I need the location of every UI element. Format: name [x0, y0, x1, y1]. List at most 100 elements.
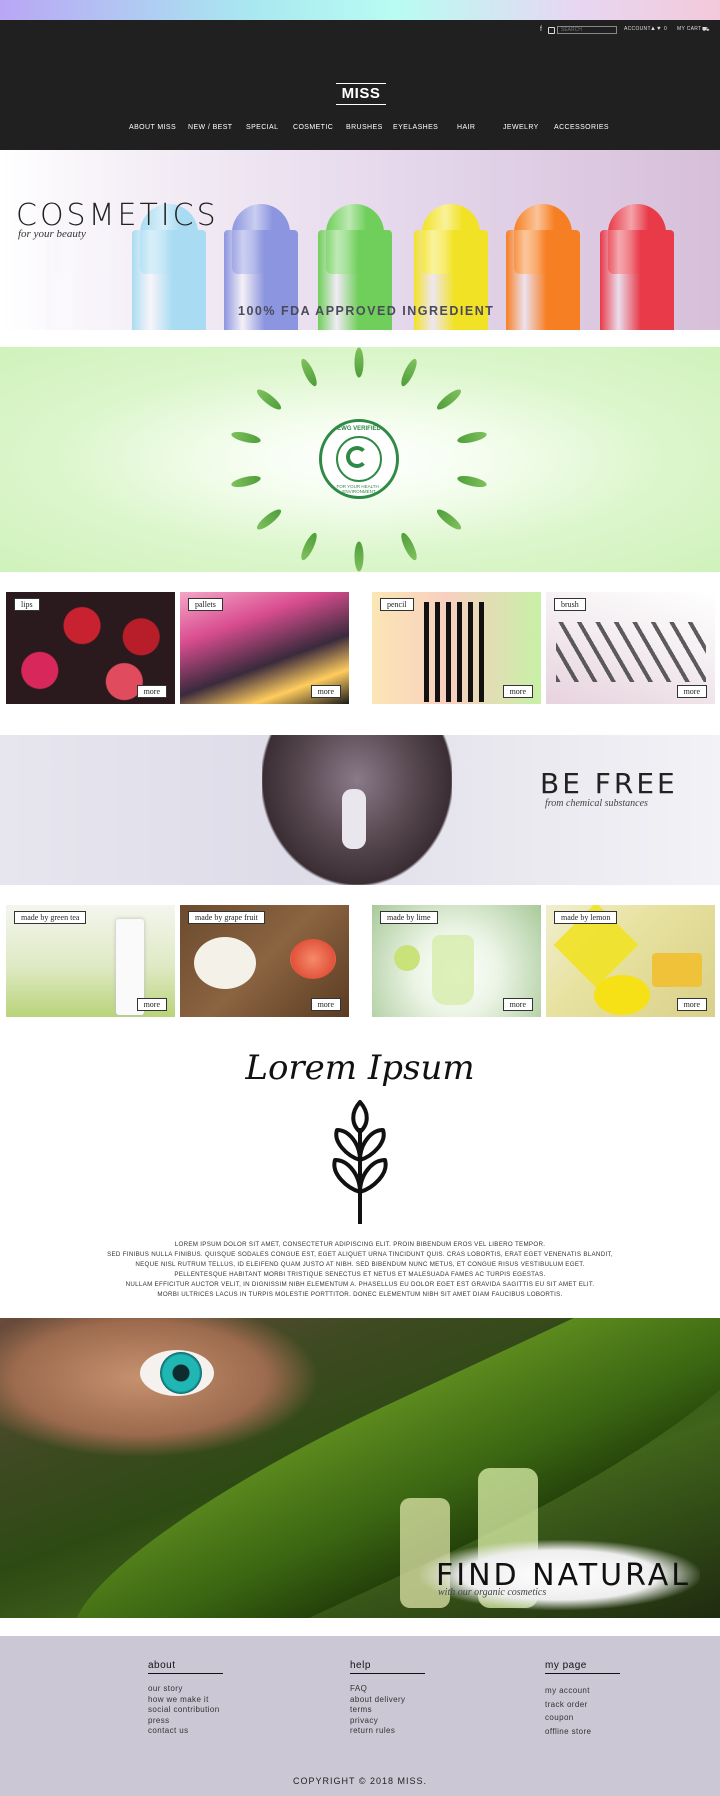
- footer-link[interactable]: coupon: [545, 1711, 620, 1725]
- footer-link[interactable]: contact us: [148, 1726, 223, 1737]
- category-tile-pencil[interactable]: pencil more: [372, 592, 541, 704]
- footer-link[interactable]: social contribution: [148, 1705, 223, 1716]
- badge-top-text: EWG VERIFIED: [337, 426, 381, 432]
- text-line: LOREM IPSUM DOLOR SIT AMET, CONSECTETUR …: [174, 1241, 546, 1248]
- nav-new-best[interactable]: NEW / BEST: [188, 124, 232, 131]
- footer-link[interactable]: privacy: [350, 1716, 425, 1727]
- category-tile-lips[interactable]: lips more: [6, 592, 175, 704]
- text-line: MORBI ULTRICES LACUS IN TURPIS MOLESTIE …: [157, 1291, 563, 1298]
- ewg-verified-badge: EWG VERIFIED FOR YOUR HEALTH · ENVIRONME…: [319, 419, 399, 499]
- footer-link[interactable]: my account: [545, 1684, 620, 1698]
- user-icon[interactable]: ▲: [650, 26, 656, 32]
- more-button[interactable]: more: [676, 998, 707, 1011]
- text-line: SED FINIBUS NULLA FINIBUS. QUISQUE SODAL…: [107, 1251, 613, 1258]
- tile-label: lips: [14, 598, 40, 611]
- more-button[interactable]: more: [676, 685, 707, 698]
- footer-mypage-column: my page my account track order coupon of…: [545, 1660, 620, 1738]
- top-gradient-bar: [0, 0, 720, 20]
- more-button[interactable]: more: [502, 685, 533, 698]
- category-tile-pallets[interactable]: pallets more: [180, 592, 349, 704]
- my-cart-link[interactable]: MY CART: [677, 26, 701, 32]
- ingredient-tile-green-tea[interactable]: made by green tea more: [6, 905, 175, 1017]
- footer-about-column: about our story how we make it social co…: [148, 1660, 223, 1737]
- ewg-banner: EWG VERIFIED FOR YOUR HEALTH · ENVIRONME…: [0, 347, 720, 572]
- footer-heading: about: [148, 1660, 223, 1674]
- footer-link[interactable]: offline store: [545, 1725, 620, 1739]
- cosmetics-banner[interactable]: COSMETICS for your beauty 100% FDA APPRO…: [0, 150, 720, 330]
- footer-link[interactable]: press: [148, 1716, 223, 1727]
- leaf-decoration: [434, 386, 464, 413]
- search-input[interactable]: [557, 26, 617, 34]
- lemon-image: [594, 975, 650, 1015]
- text-line: NEQUE NISL RUTRUM TELLUS, ID ELEIFEND QU…: [135, 1261, 585, 1268]
- ingredient-tile-lemon[interactable]: made by lemon more: [546, 905, 715, 1017]
- find-natural-banner[interactable]: FIND NATURAL with our organic cosmetics: [0, 1318, 720, 1618]
- site-footer: about our story how we make it social co…: [0, 1636, 720, 1796]
- pencil-image: [424, 602, 484, 702]
- leaf-decoration: [398, 356, 420, 388]
- leaf-decoration: [455, 473, 488, 489]
- more-button[interactable]: more: [310, 685, 341, 698]
- be-free-banner[interactable]: BE FREE from chemical substances: [0, 735, 720, 885]
- more-button[interactable]: more: [136, 998, 167, 1011]
- instagram-icon[interactable]: [548, 27, 555, 34]
- nav-eyelashes[interactable]: EYELASHES: [393, 124, 438, 131]
- cream-jar-image: [194, 937, 256, 989]
- footer-help-column: help FAQ about delivery terms privacy re…: [350, 1660, 425, 1737]
- footer-link[interactable]: return rules: [350, 1726, 425, 1737]
- cart-icon[interactable]: ⛟: [702, 26, 710, 34]
- footer-link[interactable]: track order: [545, 1698, 620, 1712]
- lipstick-image: [600, 200, 674, 330]
- footer-link[interactable]: terms: [350, 1705, 425, 1716]
- tile-label: made by grape fruit: [188, 911, 265, 924]
- footer-link[interactable]: how we make it: [148, 1695, 223, 1706]
- tile-label: pallets: [188, 598, 223, 611]
- account-link[interactable]: ACCOUNT: [624, 26, 651, 32]
- more-button[interactable]: more: [310, 998, 341, 1011]
- lipstick-tube: [46, 230, 120, 330]
- leaf-decoration: [354, 347, 364, 378]
- footer-link[interactable]: our story: [148, 1684, 223, 1695]
- nav-brushes[interactable]: BRUSHES: [346, 124, 383, 131]
- facebook-icon[interactable]: f: [540, 26, 542, 33]
- lipstick-tube: [132, 230, 206, 330]
- footer-link[interactable]: FAQ: [350, 1684, 425, 1695]
- section-title: Lorem Ipsum: [245, 1048, 475, 1088]
- leaf-decoration: [298, 531, 320, 563]
- banner-subtitle: with our organic cosmetics: [438, 1587, 547, 1598]
- lipstick-image: [506, 200, 580, 330]
- badge-bottom-text: FOR YOUR HEALTH · ENVIRONMENT: [336, 484, 382, 494]
- nav-jewelry[interactable]: JEWELRY: [503, 124, 539, 131]
- nav-accessories[interactable]: ACCESSORIES: [554, 124, 609, 131]
- lime-image: [394, 945, 420, 971]
- brush-image: [556, 622, 706, 682]
- footer-heading: my page: [545, 1660, 620, 1674]
- more-button[interactable]: more: [502, 998, 533, 1011]
- leaf-branch-icon: [332, 1100, 388, 1224]
- tile-label: made by lime: [380, 911, 438, 924]
- nav-cosmetic[interactable]: COSMETIC: [293, 124, 333, 131]
- ingredient-tile-grape-fruit[interactable]: made by grape fruit more: [180, 905, 349, 1017]
- leaf-decoration: [254, 506, 284, 533]
- more-button[interactable]: more: [136, 685, 167, 698]
- text-line: PELLENTESQUE HABITANT MORBI TRISTIQUE SE…: [174, 1271, 546, 1278]
- footer-link[interactable]: about delivery: [350, 1695, 425, 1706]
- woman-figure: [342, 789, 366, 849]
- leaf-decoration: [254, 386, 284, 413]
- nav-about-miss[interactable]: ABOUT MISS: [129, 124, 176, 131]
- ingredient-tile-lime[interactable]: made by lime more: [372, 905, 541, 1017]
- tile-label: made by lemon: [554, 911, 618, 924]
- category-tile-brush[interactable]: brush more: [546, 592, 715, 704]
- eye-iris: [160, 1352, 202, 1394]
- heart-icon[interactable]: ♥: [657, 26, 661, 32]
- lipstick-tube: [600, 230, 674, 330]
- nav-hair[interactable]: HAIR: [457, 124, 475, 131]
- leaf-decoration: [434, 506, 464, 533]
- nav-special[interactable]: SPECIAL: [246, 124, 278, 131]
- lipstick-tube: [506, 230, 580, 330]
- footer-heading: help: [350, 1660, 425, 1674]
- site-header: f ACCOUNT ▲ ♥ 0 MY CART ⛟ MISS ABOUT MIS…: [0, 20, 720, 150]
- grapefruit-image: [290, 939, 336, 979]
- tile-label: pencil: [380, 598, 414, 611]
- site-logo[interactable]: MISS: [336, 83, 386, 105]
